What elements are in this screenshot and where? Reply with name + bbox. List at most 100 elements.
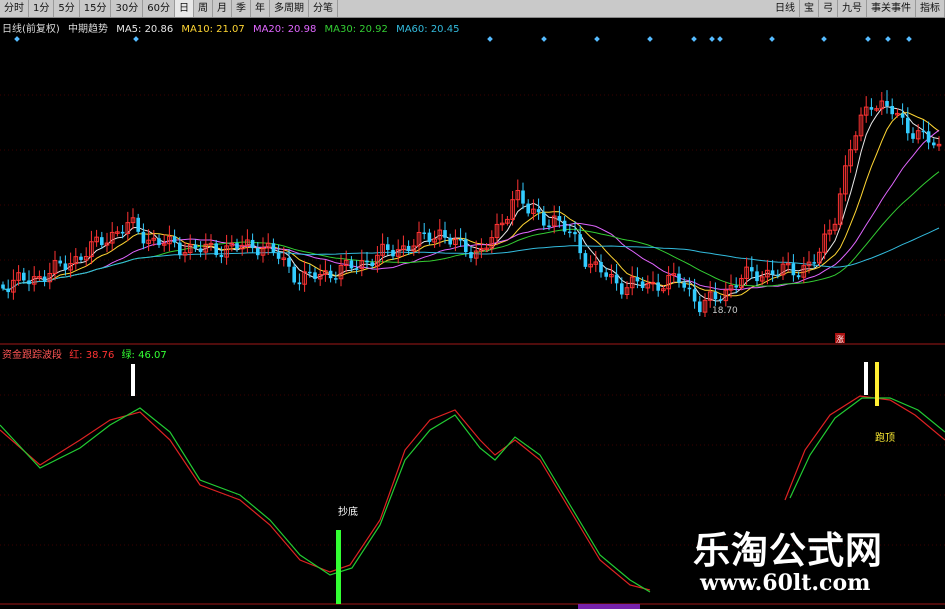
signal-dot-8 <box>717 36 723 42</box>
candle-body <box>547 225 551 228</box>
candle-body <box>464 239 468 253</box>
indicator-legend: 资金跟踪波段 红: 38.76 绿: 46.07 <box>2 346 171 361</box>
ma10-line <box>2 112 940 297</box>
green-line-value: 绿: 46.07 <box>121 350 167 361</box>
kline-chart[interactable]: 18.70 涨 抄底 跑顶 <box>0 0 945 609</box>
candle-body <box>42 276 47 282</box>
candle-body <box>443 230 447 238</box>
candle-body <box>635 277 640 282</box>
signal-dot-10 <box>821 36 827 42</box>
signal-dot-4 <box>594 36 600 42</box>
candle-body <box>568 231 572 234</box>
candle-body <box>750 267 754 272</box>
candle-body <box>526 203 530 214</box>
candle-body <box>713 291 718 300</box>
candle-body <box>900 113 905 118</box>
candle-body <box>734 285 738 288</box>
purple-marker <box>578 604 640 609</box>
candle-body <box>250 239 255 249</box>
candle-body <box>219 255 224 258</box>
candle-body <box>599 261 603 273</box>
ma10-value: MA10: 21.07 <box>181 24 245 35</box>
candle-body <box>178 242 182 256</box>
buy-signal-label: 抄底 <box>338 505 358 518</box>
top-signal-bar-right <box>864 362 868 395</box>
candle-body <box>562 220 567 232</box>
signal-dot-7 <box>709 36 715 42</box>
candle-body <box>58 260 62 264</box>
candle-body <box>27 280 31 285</box>
signal-dot-2 <box>487 36 493 42</box>
candle-body <box>656 282 660 291</box>
candle-body <box>578 234 582 254</box>
buy-signal-bar <box>336 530 341 604</box>
signal-dot-0 <box>14 36 20 42</box>
ma5-line <box>2 105 940 302</box>
ma60-value: MA60: 20.45 <box>396 24 460 35</box>
candle-body <box>349 260 354 269</box>
ma20-line <box>2 129 940 291</box>
candle-body <box>682 282 686 288</box>
candle-body <box>469 252 473 259</box>
oscillator-red-line <box>0 409 651 591</box>
top-signal-bar <box>131 364 135 396</box>
signal-dot-13 <box>906 36 912 42</box>
candle-body <box>136 217 140 232</box>
sell-signal-label: 跑顶 <box>875 431 895 444</box>
candle-body <box>287 257 291 267</box>
candle-body <box>677 273 681 283</box>
candle-body <box>926 131 931 143</box>
candle-body <box>292 266 296 283</box>
candle-body <box>386 244 390 250</box>
candle-body <box>422 232 426 234</box>
candle-body <box>271 243 276 253</box>
candle-body <box>620 283 624 295</box>
candle-body <box>687 287 692 290</box>
candle-body <box>334 278 338 280</box>
candle-body <box>391 249 395 257</box>
moving-average-lines <box>2 105 940 302</box>
candle-body <box>718 299 723 301</box>
candle-body <box>791 263 796 276</box>
candle-body <box>120 231 125 234</box>
signal-dot-1 <box>133 36 139 42</box>
candle-body <box>812 262 816 264</box>
candle-body <box>193 244 198 249</box>
candle-body <box>297 282 302 285</box>
candle-body <box>79 256 83 260</box>
signal-dot-12 <box>885 36 891 42</box>
candle-body <box>198 248 203 253</box>
candle-body <box>911 133 915 139</box>
indicator-name[interactable]: 中期趋势 <box>68 24 108 35</box>
oscillator-green-line-right <box>789 397 945 499</box>
candle-body <box>276 252 281 259</box>
indicator-title[interactable]: 资金跟踪波段 <box>2 350 62 361</box>
signal-dot-6 <box>691 36 697 42</box>
candle-body <box>776 274 780 277</box>
candle-body <box>370 262 374 267</box>
candle-body <box>932 142 936 146</box>
candle-body <box>22 272 26 281</box>
candle-body <box>365 260 369 263</box>
signal-dot-11 <box>865 36 871 42</box>
candle-body <box>6 288 10 293</box>
candle-body <box>354 268 359 270</box>
watermark-url: www.60lt.com <box>700 570 871 596</box>
ma20-value: MA20: 20.98 <box>252 24 317 35</box>
candle-body <box>308 271 312 274</box>
watermark-title: 乐淘公式网 <box>693 528 883 572</box>
candle-body <box>313 272 317 279</box>
ma5-value: MA5: 20.86 <box>116 24 174 35</box>
candle-body <box>214 243 218 256</box>
candle-body <box>406 245 411 251</box>
candle-body <box>427 232 432 243</box>
candle-body <box>458 238 463 241</box>
candle-body <box>141 231 146 244</box>
chart-title: 日线(前复权) <box>2 24 60 35</box>
sell-signal-bar <box>875 362 879 406</box>
candle-body <box>921 130 926 133</box>
low-price-label: 18.70 <box>712 306 738 316</box>
candle-body <box>1 284 5 289</box>
signal-dot-9 <box>769 36 775 42</box>
oscillator-green-line <box>0 407 651 593</box>
